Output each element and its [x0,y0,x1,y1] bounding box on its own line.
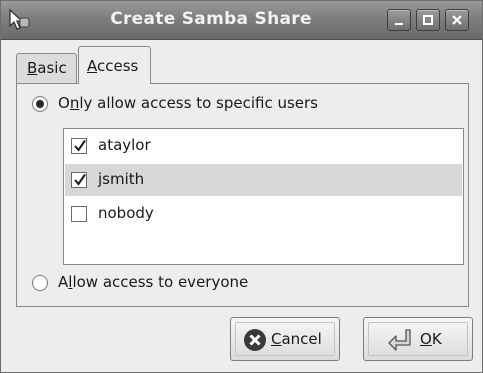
maximize-button[interactable] [416,9,440,31]
ok-return-icon [388,329,411,351]
tab-basic[interactable]: Basic [16,53,77,83]
maximize-icon [423,15,433,25]
create-samba-share-dialog: Create Samba Share Basic Access Only all… [0,0,483,373]
window-title: Create Samba Share [110,9,312,29]
tab-access-label: Access [87,57,138,75]
close-icon [452,15,462,25]
ok-button-focus-frame [368,322,468,356]
list-item[interactable]: ataylor [65,130,462,162]
tab-access-mnemonic: A [87,57,97,75]
list-item[interactable]: jsmith [65,164,462,196]
tab-basic-label: Basic [27,59,67,77]
checkmark-icon [74,173,86,186]
cancel-mnemonic: C [271,330,282,348]
radio-everyone-pre: A [58,273,69,291]
minimize-icon [395,23,403,25]
minimize-button[interactable] [387,9,411,31]
user-checkbox[interactable] [71,138,87,154]
ok-mnemonic: O [420,330,432,348]
title-bar[interactable]: Create Samba Share [1,1,482,40]
tab-basic-rest: asic [37,59,67,77]
user-name: jsmith [98,170,145,188]
list-item[interactable]: nobody [65,198,462,230]
ok-button-label: OK [420,330,442,348]
ok-button[interactable]: OK [363,317,473,361]
tab-access[interactable]: Access [78,46,151,84]
cancel-icon [244,329,266,351]
cancel-rest: ancel [281,330,322,348]
cancel-button[interactable]: Cancel [230,317,340,361]
user-list[interactable]: ataylor jsmith nobody [63,128,464,265]
user-checkbox[interactable] [71,172,87,188]
cancel-button-label: Cancel [271,330,322,348]
tab-access-rest: ccess [97,57,139,75]
radio-everyone-indicator[interactable] [32,275,48,291]
checkmark-icon [74,139,86,152]
radio-everyone-label: Allow access to everyone [58,273,248,291]
user-name: ataylor [98,136,151,154]
user-name: nobody [98,204,154,222]
radio-specific-users-indicator[interactable] [32,96,48,112]
radio-specific-users-label: Only allow access to specific users [58,94,318,112]
radio-specific-mnemonic: n [69,94,80,112]
close-button[interactable] [445,9,469,31]
tab-basic-mnemonic: B [27,59,38,77]
user-checkbox[interactable] [71,206,87,222]
radio-specific-pre: O [58,94,70,112]
radio-everyone-post: low access to everyone [72,273,249,291]
radio-specific-post: ly allow access to specific users [79,94,318,112]
ok-rest: K [431,330,442,348]
